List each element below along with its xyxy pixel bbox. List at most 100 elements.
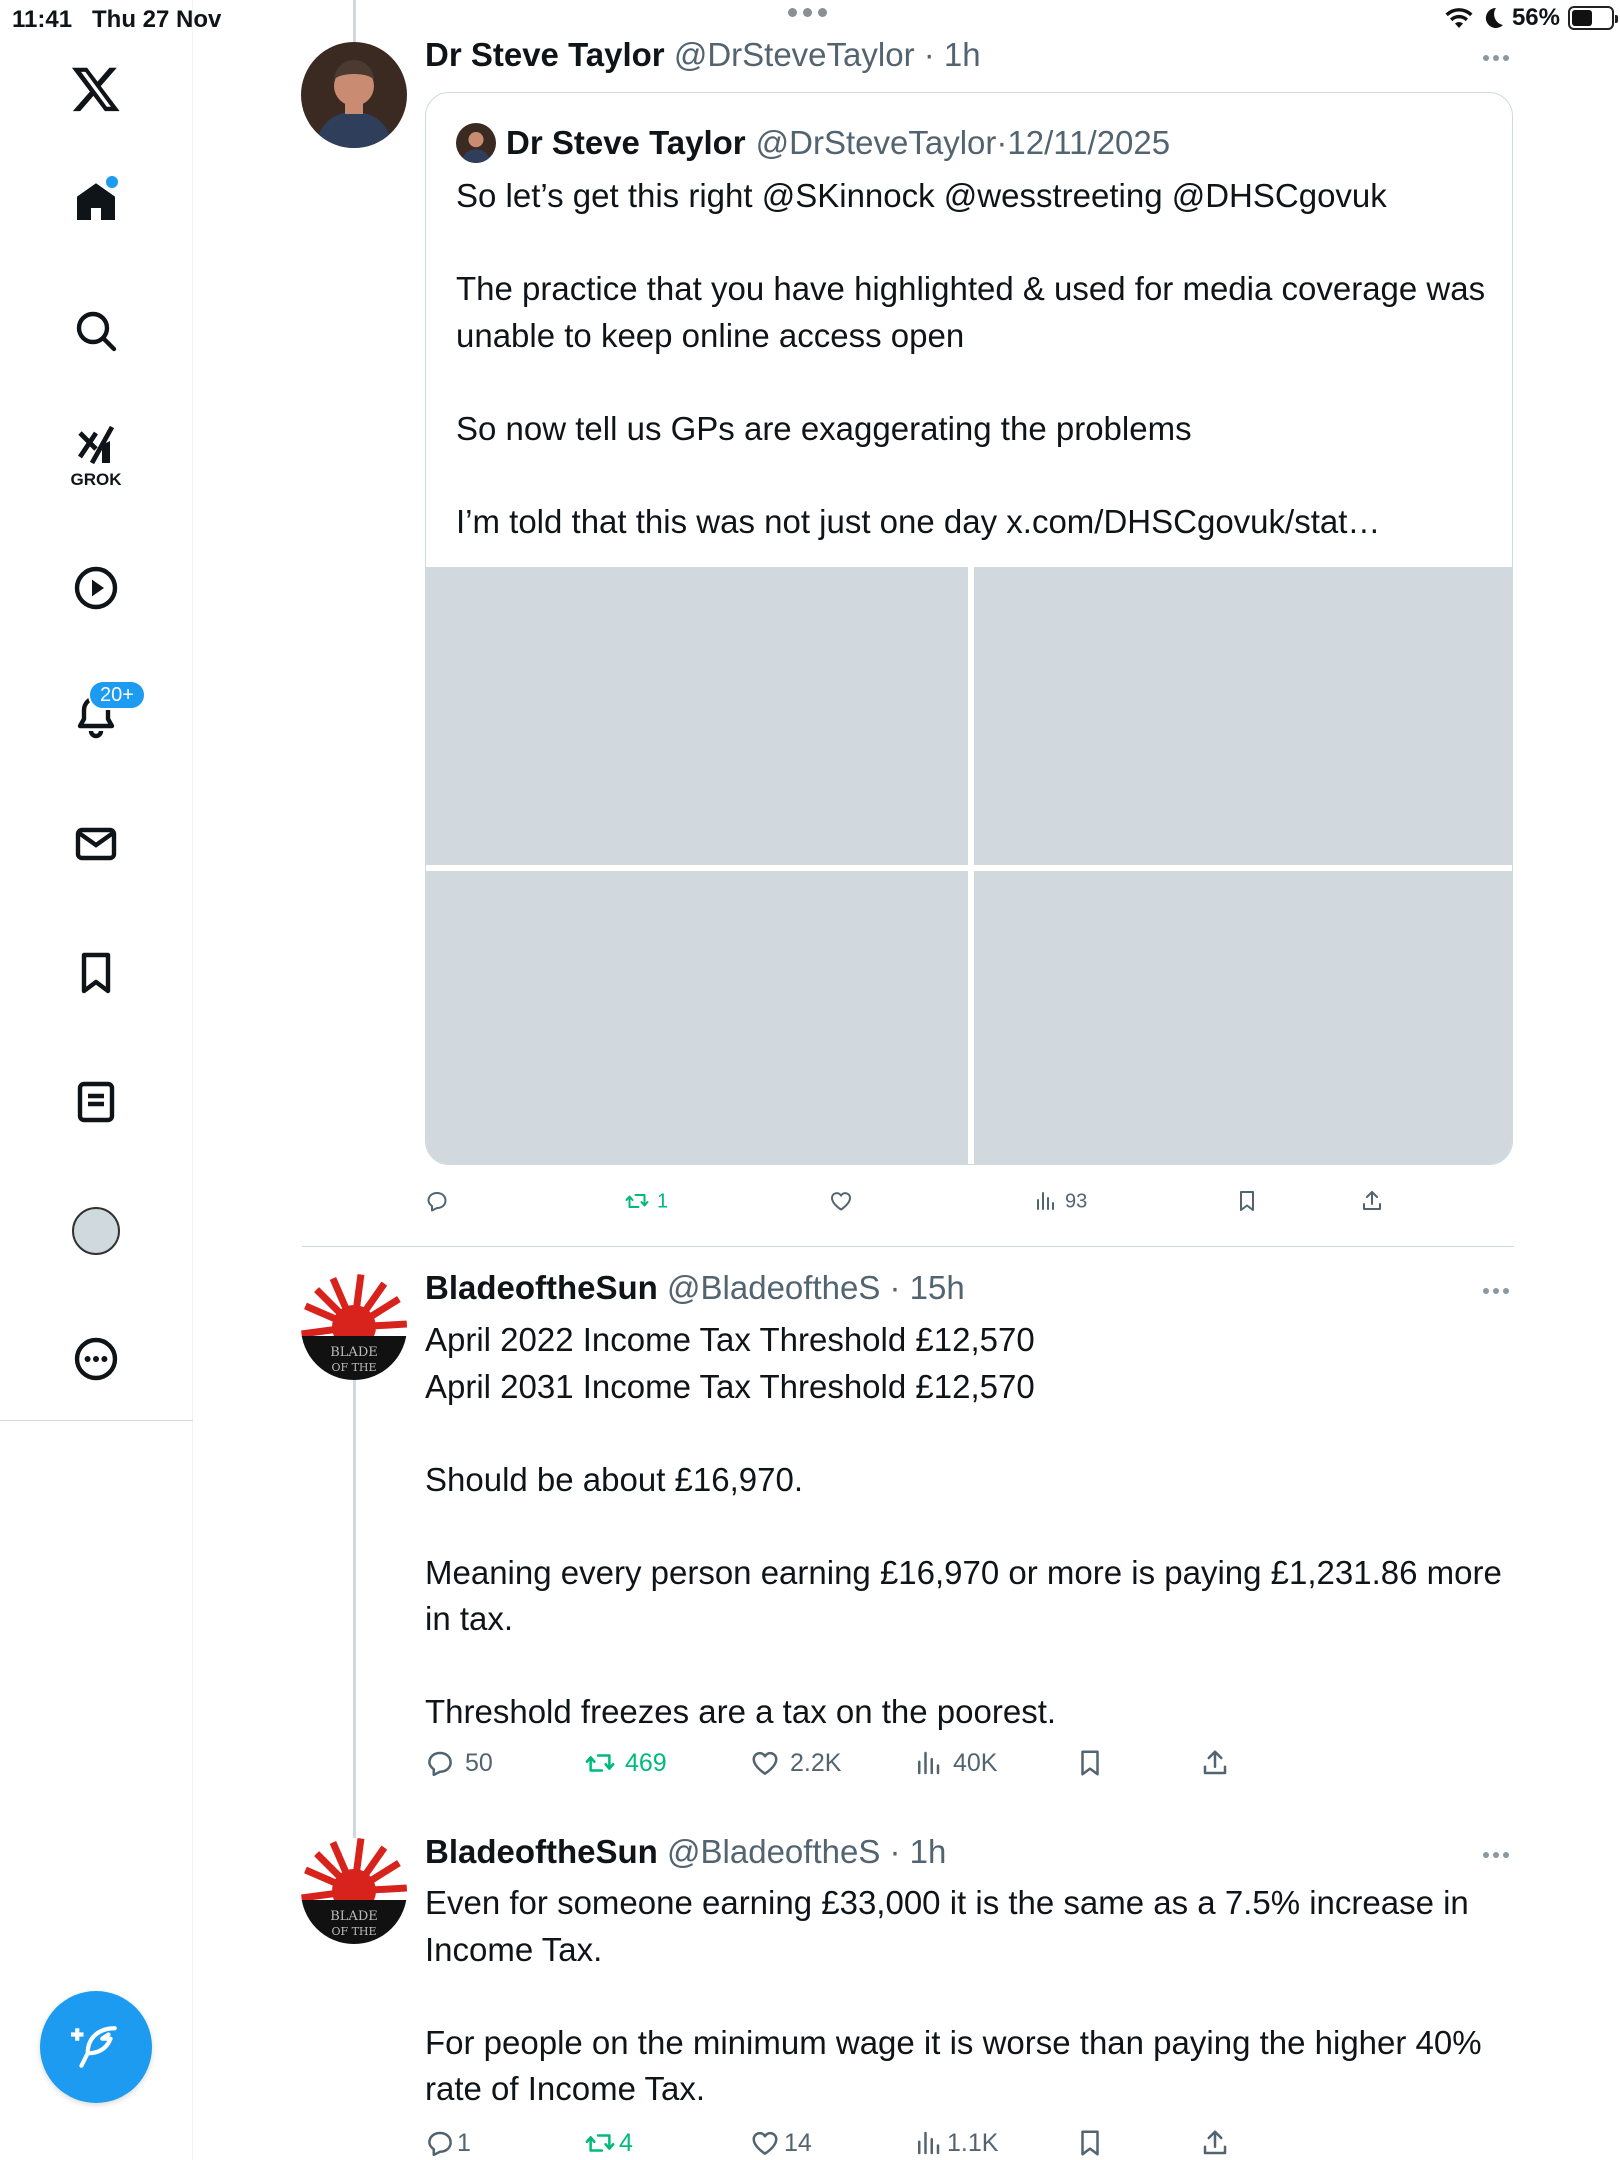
battery-level [1572,10,1592,26]
svg-text:BLADE: BLADE [330,1909,378,1924]
bookmark-button[interactable] [1075,1748,1105,1778]
repost-count: 1 [657,1189,669,1212]
more-icon[interactable] [60,1323,132,1395]
unread-dot [106,176,118,188]
quote-avatar [456,123,496,163]
x-logo-icon[interactable] [60,53,132,125]
battery-percent: 56% [1511,4,1560,31]
profile-icon[interactable] [60,1195,132,1267]
author-handle[interactable]: @BladeoftheS [667,1833,880,1870]
multitasking-dots-icon[interactable] [788,8,827,17]
grok-label: GROK [70,470,122,489]
repost-count: 469 [625,1748,667,1777]
quote-author-handle: @DrSteveTaylor [755,124,997,161]
share-button[interactable] [1200,2128,1230,2158]
tweet-time[interactable]: 1h [910,1833,947,1870]
reply-icon [428,1751,452,1777]
media-image[interactable] [974,567,1512,865]
repost-button[interactable]: 1 [625,1189,668,1213]
bookmark-button[interactable] [1235,1189,1259,1213]
thread-line [353,1370,356,1844]
media-image[interactable] [426,871,968,1164]
quote-header: Dr Steve Taylor @DrSteveTaylor · 12/11/2… [456,123,1170,163]
share-button[interactable] [1200,1748,1230,1778]
media-image[interactable] [974,871,1512,1164]
like-button[interactable] [829,1189,861,1213]
heart-icon [830,1192,852,1211]
more-options-icon[interactable] [1476,1845,1516,1865]
repost-button[interactable]: 469 [585,1748,667,1778]
lists-icon[interactable] [60,1066,132,1138]
author-handle[interactable]: @BladeoftheS [667,1269,880,1306]
heart-icon [752,1751,778,1775]
tweet-divider [302,1246,1514,1247]
quote-text: So let’s get this right @SKinnock @wesst… [456,177,1486,540]
views-button[interactable]: 1.1K [913,2128,998,2158]
media-image[interactable] [426,567,968,865]
quote-date: 12/11/2025 [1007,124,1171,161]
status-bar: 11:41 Thu 27 Nov 56% [0,0,1620,40]
tweet-text: Even for someone earning £33,000 it is t… [425,1884,1482,2107]
thread-line [353,0,356,42]
bookmark-icon [1081,1750,1099,1776]
share-button[interactable] [1360,1189,1384,1213]
tweet-time[interactable]: 1h [944,36,981,73]
media-grid [426,567,1512,1164]
home-icon[interactable] [60,166,132,238]
avatar[interactable]: BLADE OF THE [301,1838,407,1944]
tweet-time[interactable]: 15h [910,1269,965,1306]
avatar[interactable]: BLADE OF THE [301,1274,407,1380]
share-icon [1203,1750,1227,1775]
messages-icon[interactable] [60,808,132,880]
repost-count: 4 [619,2128,633,2157]
reply-button[interactable] [425,1189,457,1213]
author-handle[interactable]: @DrSteveTaylor [674,36,915,73]
tweet-header: BladeoftheSun @BladeoftheS · 1h [425,1833,947,1870]
moon-icon [1485,7,1503,28]
reply-button[interactable]: 50 [425,1748,493,1778]
svg-text:OF THE: OF THE [331,1925,376,1938]
author-name[interactable]: BladeoftheSun [425,1833,658,1870]
bookmark-button[interactable] [1075,2128,1105,2158]
tweet-text: April 2022 Income Tax Threshold £12,570 … [425,1321,1502,1730]
author-name[interactable]: Dr Steve Taylor [425,36,665,73]
like-count: 14 [784,2128,812,2157]
svg-text:OF THE: OF THE [331,1361,376,1374]
share-icon [1363,1191,1382,1211]
tweet-actions: 1 93 [425,1186,1515,1226]
repost-icon [585,2134,615,2152]
author-name[interactable]: BladeoftheSun [425,1269,658,1306]
avatar [72,1207,120,1255]
grok-icon[interactable]: GROK [60,420,132,492]
more-options-icon[interactable] [1476,48,1516,68]
share-icon [1203,2130,1227,2155]
compose-button[interactable] [40,1991,152,2103]
views-chart-icon [918,2131,940,2155]
tweet-header: Dr Steve Taylor @DrSteveTaylor · 1h [425,36,981,73]
sidebar-divider [0,1420,193,1421]
video-icon[interactable] [60,552,132,624]
sidebar: GROK 20+ [0,0,193,2160]
repost-button[interactable]: 4 [585,2128,633,2158]
more-options-icon[interactable] [1476,1281,1516,1301]
views-button[interactable]: 40K [913,1748,997,1778]
search-icon[interactable] [60,295,132,367]
views-button[interactable]: 93 [1033,1189,1087,1213]
tweet-actions: 50 469 2.2K 40K [425,1748,1515,1788]
like-button[interactable]: 2.2K [750,1748,841,1778]
quote-tweet-card[interactable]: Dr Steve Taylor @DrSteveTaylor · 12/11/2… [425,92,1513,1165]
repost-icon [585,1754,615,1772]
notifications-badge: 20+ [88,680,146,710]
reply-button[interactable]: 1 [425,2128,471,2158]
like-count: 2.2K [790,1748,842,1777]
views-chart-icon [918,1751,940,1775]
bookmark-icon [1081,2130,1099,2156]
compose-feather-icon [71,2026,117,2068]
avatar[interactable] [301,42,407,148]
reply-count: 50 [465,1748,493,1777]
bookmarks-icon[interactable] [60,937,132,1009]
notifications-icon[interactable]: 20+ [60,680,146,752]
reply-icon [428,2131,452,2157]
like-button[interactable]: 14 [750,2128,812,2158]
views-chart-icon [1037,1192,1055,1211]
